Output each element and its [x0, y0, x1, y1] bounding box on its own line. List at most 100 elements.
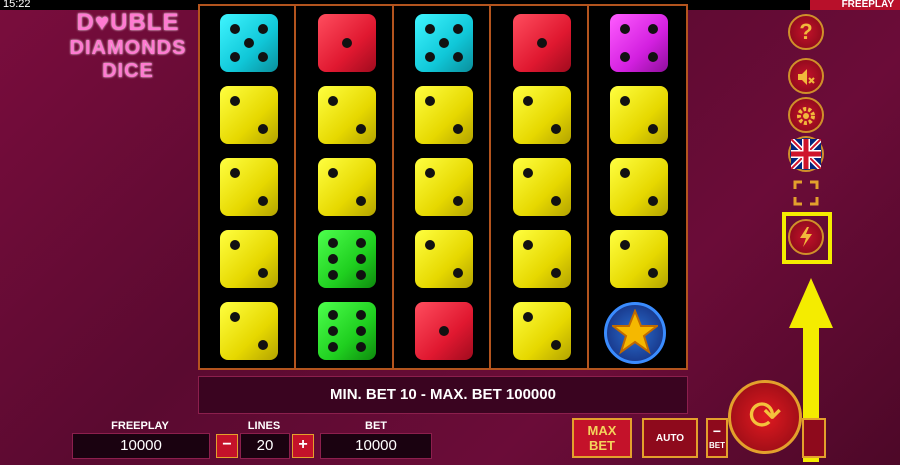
bet-increase-button[interactable]	[802, 418, 826, 458]
dice-pip	[327, 96, 338, 106]
pointer-arrow-head	[789, 278, 833, 328]
dice-pip	[244, 38, 254, 48]
dice-pip	[648, 24, 658, 34]
dice-pip	[327, 238, 338, 248]
spin-arrows-icon: ⟳	[748, 394, 782, 438]
bet-decrease-button[interactable]: − BET	[706, 418, 728, 458]
dice-pip	[258, 196, 268, 206]
reel-5	[590, 6, 686, 368]
dice-symbol	[512, 86, 571, 144]
dice-pip	[453, 124, 463, 134]
dice-symbol	[512, 14, 571, 72]
language-uk-flag-icon	[789, 137, 823, 171]
dice-symbol	[415, 230, 473, 288]
dice-symbol	[220, 158, 278, 216]
dice-pip	[522, 240, 533, 250]
dice-pip	[550, 196, 561, 206]
dice-pip	[258, 124, 268, 134]
game-logo: D♥UBLE DIAMONDS DICE	[64, 9, 192, 83]
dice-pip	[425, 96, 435, 106]
max-bet-line-1: MAX	[587, 423, 617, 438]
spin-button[interactable]: ⟳	[728, 380, 802, 454]
dice-symbol	[220, 230, 278, 288]
clock: 15:22	[3, 0, 31, 10]
bet-minus-symbol: −	[712, 423, 722, 439]
reel-1	[200, 6, 296, 368]
dice-pip	[258, 24, 268, 34]
dice-symbol	[415, 86, 473, 144]
dice-symbol	[610, 86, 668, 144]
dice-pip	[258, 268, 268, 278]
dice-pip	[355, 310, 366, 320]
dice-symbol	[512, 158, 571, 216]
dice-pip	[620, 24, 630, 34]
highlight-box	[782, 212, 832, 264]
freeplay-balance: 10000	[72, 433, 210, 459]
dice-pip	[355, 342, 366, 352]
dice-pip	[522, 312, 533, 322]
dice-pip	[453, 52, 463, 62]
dice-pip	[355, 326, 366, 336]
sound-muted-icon	[798, 69, 815, 85]
logo-line-3: DICE	[102, 60, 154, 82]
dice-symbol	[610, 14, 668, 72]
fullscreen-icon	[793, 180, 819, 206]
dice-pip	[230, 168, 240, 178]
dice-symbol	[415, 14, 473, 72]
dice-pip	[439, 38, 449, 48]
dice-pip	[341, 38, 352, 48]
reel-4	[493, 6, 589, 368]
dice-pip	[425, 52, 435, 62]
dice-symbol	[317, 86, 376, 144]
dice-pip	[648, 196, 658, 206]
reel-grid	[198, 4, 688, 370]
bet-minus-caption: BET	[709, 441, 725, 450]
settings-button[interactable]	[788, 97, 824, 133]
reel-2	[298, 6, 394, 368]
freeplay-badge: FREEPLAY	[810, 0, 900, 10]
dice-pip	[258, 340, 268, 350]
reel-3	[395, 6, 491, 368]
dice-pip	[439, 326, 449, 336]
dice-symbol	[512, 302, 571, 360]
dice-pip	[648, 124, 658, 134]
dice-pip	[550, 124, 561, 134]
dice-pip	[620, 96, 630, 106]
lines-increase-button[interactable]: +	[292, 434, 314, 458]
dice-symbol	[317, 230, 376, 288]
dice-pip	[620, 168, 630, 178]
bet-value: 10000	[320, 433, 432, 459]
dice-pip	[425, 168, 435, 178]
dice-pip	[620, 240, 630, 250]
dice-pip	[355, 124, 366, 134]
dice-pip	[327, 270, 338, 280]
autoplay-button[interactable]: AUTO	[642, 418, 698, 458]
logo-line-2: DIAMONDS	[69, 37, 187, 59]
dice-symbol	[220, 14, 278, 72]
dice-symbol	[220, 302, 278, 360]
language-button[interactable]	[788, 136, 824, 172]
freeplay-label: FREEPLAY	[111, 420, 169, 432]
dice-symbol	[415, 158, 473, 216]
dice-pip	[327, 254, 338, 264]
dice-pip	[355, 254, 366, 264]
dice-symbol	[415, 302, 473, 360]
dice-pip	[453, 268, 463, 278]
dice-pip	[522, 96, 533, 106]
dice-symbol	[610, 230, 668, 288]
dice-pip	[230, 52, 240, 62]
dice-pip	[327, 168, 338, 178]
dice-pip	[425, 240, 435, 250]
max-bet-button[interactable]: MAX BET	[572, 418, 632, 458]
star-symbol	[604, 302, 666, 364]
max-bet-line-2: BET	[589, 438, 615, 453]
help-button[interactable]: ?	[788, 14, 824, 50]
sound-button[interactable]	[788, 58, 824, 94]
fullscreen-button[interactable]	[788, 176, 824, 212]
dice-pip	[258, 52, 268, 62]
dice-pip	[550, 268, 561, 278]
dice-pip	[648, 268, 658, 278]
dice-symbol	[317, 302, 376, 360]
logo-line-1: D♥UBLE	[76, 9, 180, 36]
lines-decrease-button[interactable]: −	[216, 434, 238, 458]
